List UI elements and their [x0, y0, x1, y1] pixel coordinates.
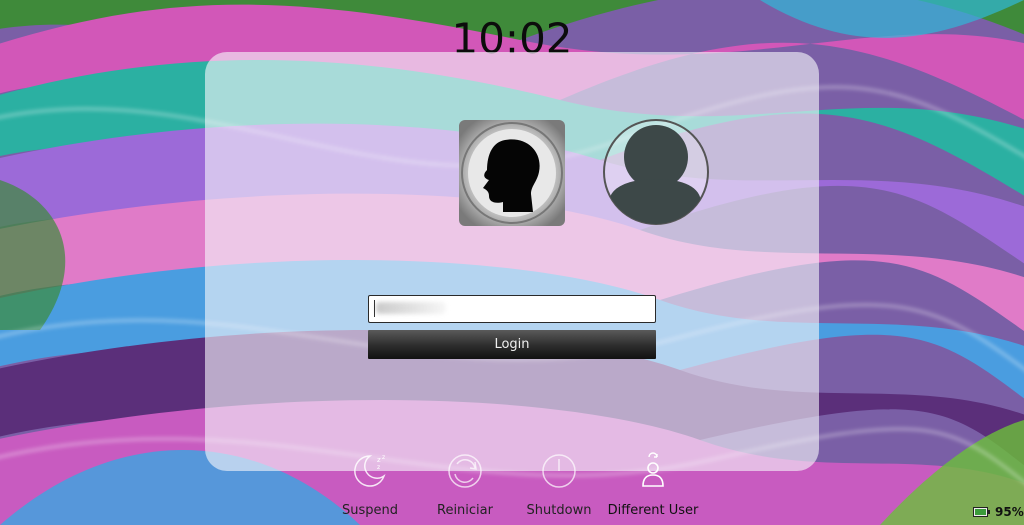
svg-text:z: z: [377, 464, 380, 471]
different-user-button[interactable]: Different User: [603, 450, 703, 522]
svg-text:z: z: [377, 456, 381, 464]
battery-indicator: 95%: [973, 505, 1024, 521]
different-user-label: Different User: [607, 503, 699, 518]
shutdown-label: Shutdown: [526, 503, 592, 518]
generic-user-icon: [603, 119, 709, 225]
password-mask: [376, 302, 446, 314]
user-avatar-other[interactable]: [603, 119, 709, 225]
restart-button[interactable]: Reiniciar: [415, 450, 515, 522]
suspend-button[interactable]: z z z Suspend: [320, 450, 420, 522]
user-name-blurred: [474, 252, 550, 268]
svg-text:z: z: [382, 454, 385, 461]
restart-icon: [448, 454, 482, 488]
suspend-label: Suspend: [341, 503, 398, 518]
suspend-icon: z z z: [354, 454, 386, 487]
user-avatar-selected[interactable]: [459, 120, 565, 226]
login-button[interactable]: Login: [368, 330, 656, 359]
text-caret: [374, 300, 375, 317]
restart-label: Reiniciar: [437, 503, 493, 518]
battery-icon: [973, 507, 990, 517]
shutdown-button[interactable]: Shutdown: [509, 450, 609, 522]
shutdown-icon: [542, 454, 576, 488]
different-user-icon: [642, 452, 664, 487]
battery-percent: 95%: [995, 505, 1024, 519]
head-profile-icon: [459, 120, 565, 226]
